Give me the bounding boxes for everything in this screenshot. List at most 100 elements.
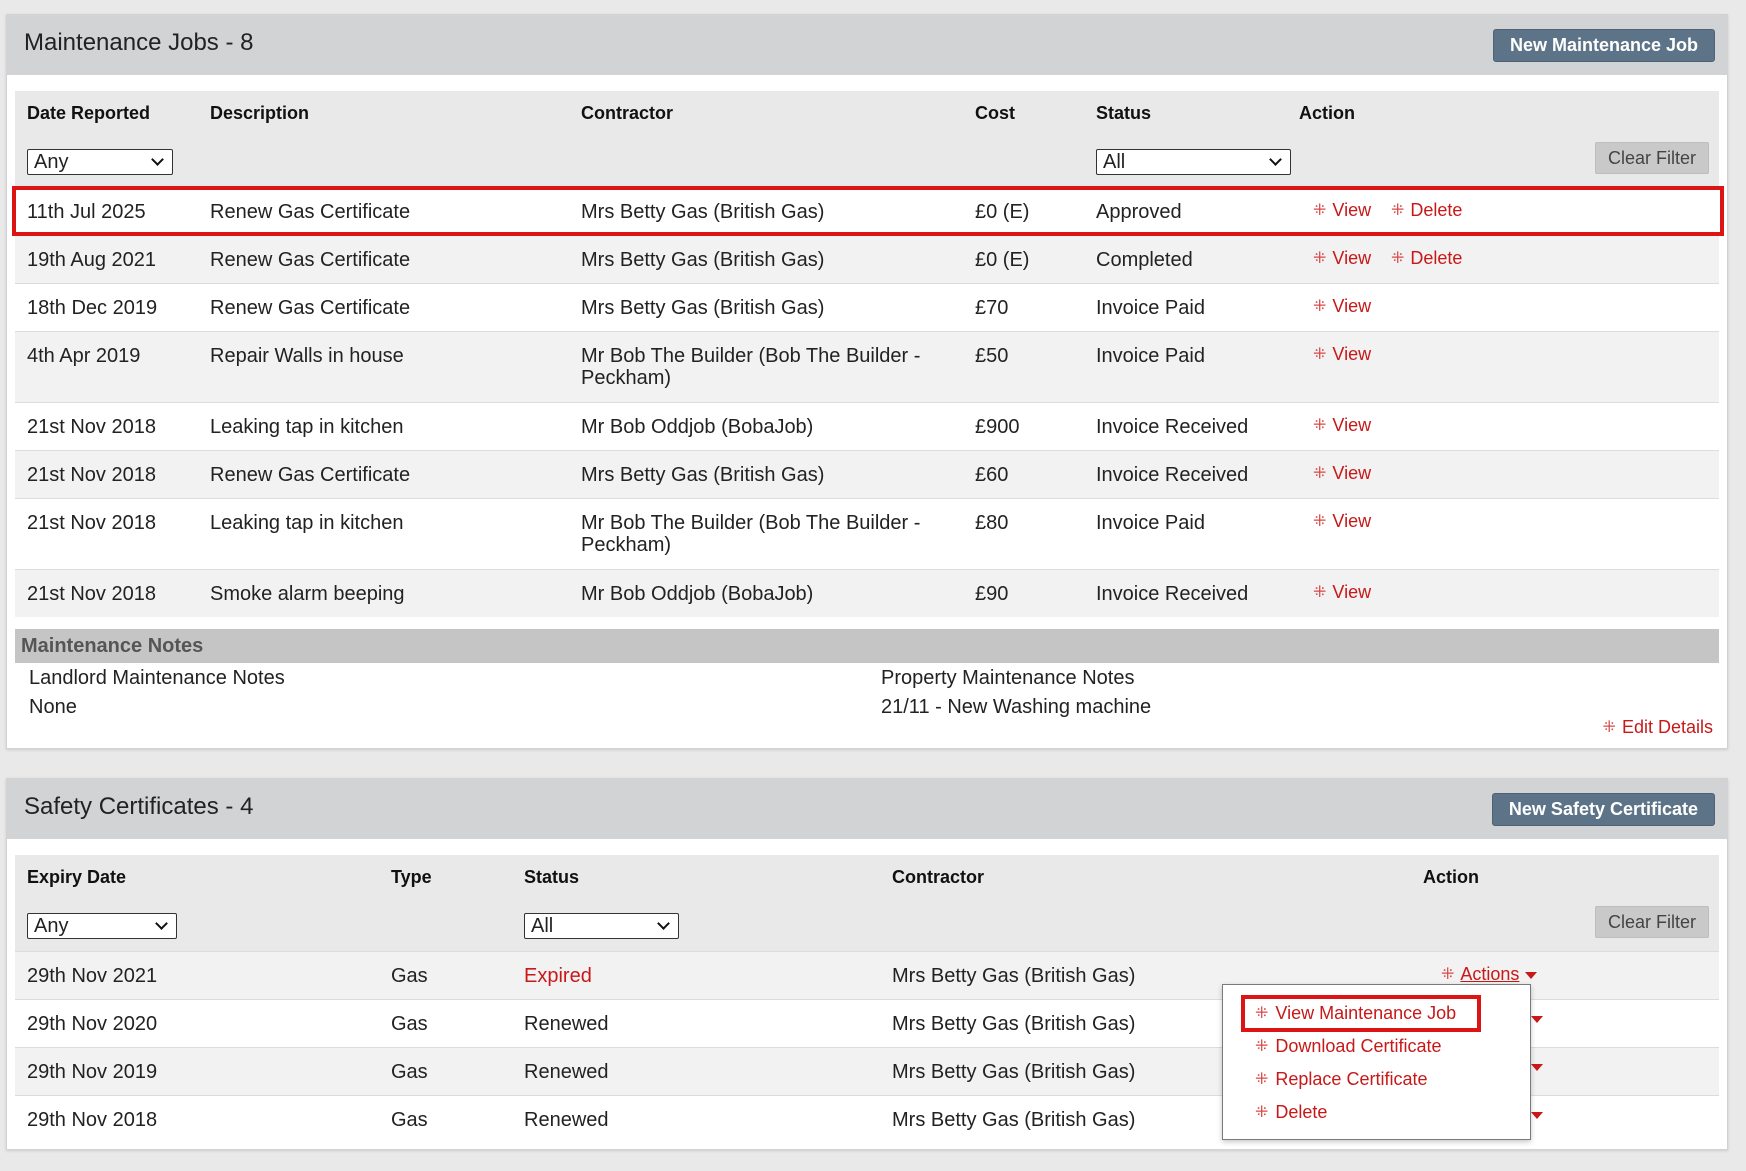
move-icon: ⁜ bbox=[1255, 1103, 1269, 1121]
table-row: 21st Nov 2018 Leaking tap in kitchen Mr … bbox=[15, 498, 1719, 569]
table-row: 21st Nov 2018 Smoke alarm beeping Mr Bob… bbox=[15, 569, 1719, 617]
status-cell: Invoice Received bbox=[1096, 583, 1249, 605]
delete-label: Delete bbox=[1410, 248, 1463, 268]
status-cell: Completed bbox=[1096, 249, 1193, 271]
move-icon: ⁜ bbox=[1313, 416, 1327, 434]
date-cell: 21st Nov 2018 bbox=[27, 583, 156, 605]
contractor-line-2: Peckham) bbox=[581, 534, 672, 556]
view-link[interactable]: ⁜ View bbox=[1313, 296, 1371, 317]
status-cell: Renewed bbox=[524, 1013, 609, 1035]
contractor-cell: Mrs Betty Gas (British Gas) bbox=[892, 1109, 1136, 1131]
chevron-down-icon bbox=[1269, 153, 1282, 166]
type-cell: Gas bbox=[391, 1061, 428, 1083]
maintenance-jobs-panel: Maintenance Jobs - 8 New Maintenance Job… bbox=[6, 14, 1728, 749]
property-notes-label: Property Maintenance Notes bbox=[881, 667, 1135, 689]
move-icon: ⁜ bbox=[1255, 1070, 1269, 1088]
expiry-cell: 29th Nov 2020 bbox=[27, 1013, 158, 1035]
download-certificate-menu-item[interactable]: ⁜ Download Certificate bbox=[1255, 1036, 1441, 1057]
safety-certificates-title: Safety Certificates - 4 bbox=[24, 793, 254, 820]
status-filter-select[interactable]: All bbox=[1096, 149, 1291, 175]
expiry-cell: 29th Nov 2021 bbox=[27, 965, 158, 987]
maintenance-notes-bar: Maintenance Notes bbox=[15, 629, 1719, 663]
contractor-cell: Mr Bob The Builder (Bob The Builder - Pe… bbox=[581, 512, 920, 556]
actions-menu-toggle[interactable]: ⁜ Actions bbox=[1441, 964, 1538, 985]
contractor-cell: Mrs Betty Gas (British Gas) bbox=[892, 1013, 1136, 1035]
clear-filter-button[interactable]: Clear Filter bbox=[1594, 906, 1709, 938]
move-icon: ⁜ bbox=[1313, 297, 1327, 315]
date-cell: 21st Nov 2018 bbox=[27, 416, 156, 438]
menu-item-label: Replace Certificate bbox=[1275, 1069, 1428, 1089]
cost-cell: £0 (E) bbox=[975, 249, 1030, 271]
cost-cell: £60 bbox=[975, 464, 1009, 486]
view-label: View bbox=[1332, 248, 1372, 268]
contractor-line-1: Mr Bob The Builder (Bob The Builder - bbox=[581, 512, 921, 534]
move-icon: ⁜ bbox=[1255, 1037, 1269, 1055]
description-cell: Renew Gas Certificate bbox=[210, 297, 411, 319]
chevron-down-icon bbox=[657, 917, 670, 930]
table-header: Date Reported Description Contractor Cos… bbox=[15, 91, 1719, 187]
col-contractor: Contractor bbox=[892, 867, 985, 887]
col-description: Description bbox=[210, 103, 310, 123]
contractor-cell: Mrs Betty Gas (British Gas) bbox=[581, 249, 825, 271]
contractor-cell: Mr Bob Oddjob (BobaJob) bbox=[581, 416, 814, 438]
expiry-filter-select[interactable]: Any bbox=[27, 913, 177, 939]
status-cell: Renewed bbox=[524, 1061, 609, 1083]
table-row: 4th Apr 2019 Repair Walls in house Mr Bo… bbox=[15, 331, 1719, 402]
view-label: View bbox=[1332, 582, 1372, 602]
table-row: 18th Dec 2019 Renew Gas Certificate Mrs … bbox=[15, 283, 1719, 331]
delete-menu-item[interactable]: ⁜ Delete bbox=[1255, 1102, 1327, 1123]
status-cell: Renewed bbox=[524, 1109, 609, 1131]
maintenance-notes-title: Maintenance Notes bbox=[21, 635, 204, 657]
view-link[interactable]: ⁜ View bbox=[1313, 415, 1371, 436]
description-cell: Smoke alarm beeping bbox=[210, 583, 405, 605]
clear-filter-button[interactable]: Clear Filter bbox=[1594, 142, 1709, 174]
status-cell: Invoice Paid bbox=[1096, 297, 1205, 319]
expiry-filter-value: Any bbox=[34, 914, 69, 937]
move-icon: ⁜ bbox=[1313, 345, 1327, 363]
contractor-cell: Mrs Betty Gas (British Gas) bbox=[581, 464, 825, 486]
date-cell: 21st Nov 2018 bbox=[27, 512, 156, 534]
view-label: View bbox=[1332, 463, 1372, 483]
col-contractor: Contractor bbox=[581, 103, 674, 123]
table-row: 19th Aug 2021 Renew Gas Certificate Mrs … bbox=[15, 235, 1719, 283]
view-link[interactable]: ⁜ View bbox=[1313, 582, 1371, 603]
view-link[interactable]: ⁜ View bbox=[1313, 463, 1371, 484]
date-filter-value: Any bbox=[34, 150, 69, 173]
expiry-cell: 29th Nov 2018 bbox=[27, 1109, 158, 1131]
move-icon: ⁜ bbox=[1441, 965, 1455, 983]
view-link[interactable]: ⁜ View bbox=[1313, 344, 1371, 365]
contractor-cell: Mrs Betty Gas (British Gas) bbox=[892, 1061, 1136, 1083]
caret-down-icon[interactable] bbox=[1531, 1016, 1543, 1023]
col-date-reported: Date Reported bbox=[27, 103, 151, 123]
landlord-notes-value: None bbox=[29, 696, 77, 718]
delete-link[interactable]: ⁜ Delete bbox=[1391, 248, 1462, 269]
property-notes-value: 21/11 - New Washing machine bbox=[881, 696, 1152, 718]
replace-certificate-menu-item[interactable]: ⁜ Replace Certificate bbox=[1255, 1069, 1427, 1090]
view-label: View bbox=[1332, 296, 1372, 316]
move-icon: ⁜ bbox=[1391, 249, 1405, 267]
maintenance-jobs-header: Maintenance Jobs - 8 New Maintenance Job bbox=[7, 15, 1727, 75]
view-link[interactable]: ⁜ View bbox=[1313, 511, 1371, 532]
contractor-cell: Mrs Betty Gas (British Gas) bbox=[892, 965, 1136, 987]
view-link[interactable]: ⁜ View bbox=[1313, 248, 1371, 269]
description-cell: Repair Walls in house bbox=[210, 345, 404, 367]
cost-cell: £90 bbox=[975, 583, 1009, 605]
description-cell: Renew Gas Certificate bbox=[210, 249, 411, 271]
col-action: Action bbox=[1299, 103, 1355, 123]
caret-down-icon[interactable] bbox=[1531, 1112, 1543, 1119]
move-icon: ⁜ bbox=[1313, 512, 1327, 530]
date-filter-select[interactable]: Any bbox=[27, 149, 173, 175]
edit-details-link[interactable]: ⁜ Edit Details bbox=[1603, 717, 1713, 738]
contractor-line-2: Peckham) bbox=[581, 367, 672, 389]
move-icon: ⁜ bbox=[1602, 718, 1616, 736]
new-safety-certificate-button[interactable]: New Safety Certificate bbox=[1491, 793, 1715, 826]
date-cell: 4th Apr 2019 bbox=[27, 345, 141, 367]
new-maintenance-job-button[interactable]: New Maintenance Job bbox=[1492, 29, 1715, 62]
chevron-down-icon bbox=[151, 153, 164, 166]
contractor-cell: Mr Bob Oddjob (BobaJob) bbox=[581, 583, 814, 605]
cost-cell: £70 bbox=[975, 297, 1009, 319]
status-filter-select[interactable]: All bbox=[524, 913, 679, 939]
caret-down-icon[interactable] bbox=[1531, 1064, 1543, 1071]
view-label: View bbox=[1332, 344, 1372, 364]
type-cell: Gas bbox=[391, 1013, 428, 1035]
